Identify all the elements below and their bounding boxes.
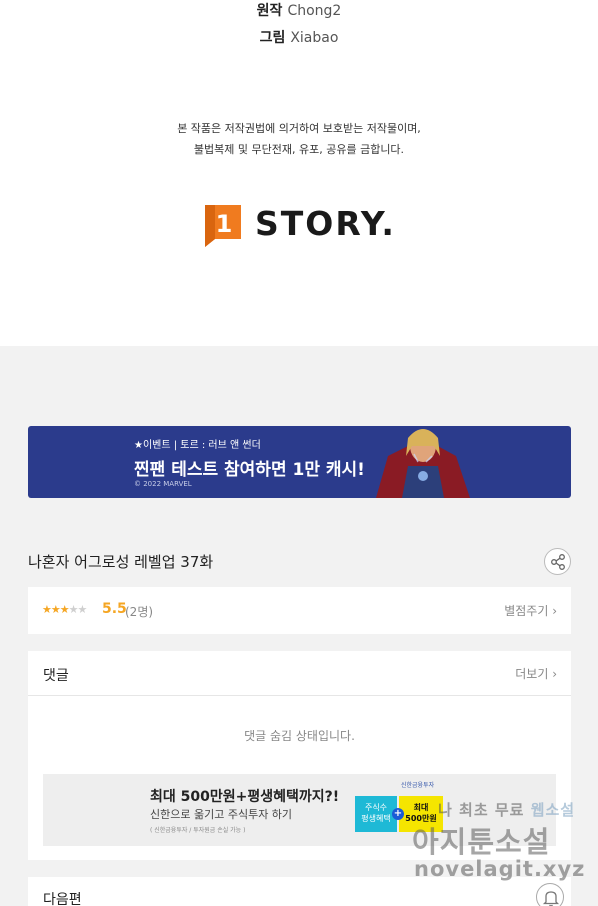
comment-divider bbox=[28, 695, 571, 696]
rating-score: 5.5 bbox=[102, 601, 127, 617]
watermark-line-1b: 웹소설 bbox=[530, 801, 576, 819]
event-banner-copyright: © 2022 MARVEL bbox=[134, 480, 192, 488]
share-icon bbox=[551, 554, 565, 570]
watermark-line-3: novelagit.xyz bbox=[414, 857, 586, 881]
ad-disclaimer: ( 신한금융투자 / 투자원금 손실 가능 ) bbox=[150, 827, 246, 834]
credit-art-key: 그림 bbox=[259, 30, 286, 46]
copyright-line-1: 본 작품은 저작권법에 의거하여 보호받는 저작물이며, bbox=[177, 122, 421, 135]
watermark-line-2: 아지툰소설 bbox=[412, 825, 551, 859]
watermark-line-1: 나 최초 무료 웹소설 bbox=[438, 799, 575, 820]
event-banner[interactable]: ★이벤트 | 토르 : 러브 앤 썬더 찐팬 테스트 참여하면 1만 캐시! ©… bbox=[28, 426, 571, 498]
episode-title: 나혼자 어그로성 레벨업 37화 bbox=[28, 553, 214, 571]
comment-more-button[interactable]: 더보기 › bbox=[515, 665, 557, 682]
rating-stars: ★★★★★ bbox=[42, 603, 88, 616]
event-banner-subtitle: ★이벤트 | 토르 : 러브 앤 썬더 bbox=[134, 440, 261, 451]
publisher-logo-text: STORY. bbox=[255, 204, 396, 243]
rating-count: (2명) bbox=[125, 605, 154, 619]
publisher-logo-mark-text: 1 bbox=[216, 210, 233, 238]
publisher-logo: 1 STORY. bbox=[203, 200, 403, 250]
ad-subline: 신한으로 옮기고 주식투자 하기 bbox=[150, 808, 293, 821]
ad-box-benefit: 주식수 평생혜택 bbox=[355, 796, 397, 832]
comment-hidden-message: 댓글 숨김 상태입니다. bbox=[244, 729, 355, 743]
rate-button[interactable]: 별점주기 › bbox=[504, 602, 557, 619]
comment-header: 댓글 bbox=[43, 668, 69, 684]
event-banner-title: 찐팬 테스트 참여하면 1만 캐시! bbox=[134, 460, 365, 480]
rating-stars-filled: ★★★ bbox=[42, 603, 70, 616]
publisher-logo-mark: 1 bbox=[205, 205, 241, 247]
ad-plus-icon: + bbox=[392, 808, 404, 820]
share-button[interactable] bbox=[544, 548, 571, 575]
credit-original: 원작 Chong2 bbox=[0, 0, 598, 20]
ad-headline: 최대 500만원+평생혜택까지?! bbox=[150, 789, 340, 805]
copyright-line-2: 불법복제 및 무단전재, 유포, 공유를 금합니다. bbox=[193, 143, 405, 156]
ad-bank-name: 신한금융투자 bbox=[401, 782, 435, 789]
next-episode-label: 다음편 bbox=[43, 892, 82, 906]
credit-original-value: Chong2 bbox=[287, 3, 342, 19]
credit-art: 그림 Xiabao bbox=[0, 27, 598, 47]
ad-box-benefit-bottom: 평생혜택 bbox=[361, 814, 391, 823]
hero-figure-image bbox=[376, 429, 470, 498]
copyright-notice: 본 작품은 저작권법에 의거하여 보호받는 저작물이며, 불법복제 및 무단전재… bbox=[0, 118, 598, 160]
credit-art-value: Xiabao bbox=[290, 30, 339, 46]
watermark-line-1a: 나 최초 무료 bbox=[438, 801, 525, 819]
rating-stars-empty: ★★ bbox=[68, 603, 88, 616]
credit-original-key: 원작 bbox=[256, 3, 283, 19]
credits-section: 원작 Chong2 그림 Xiabao 본 작품은 저작권법에 의거하여 보호받는 … bbox=[0, 0, 598, 346]
ad-box-benefit-top: 주식수 bbox=[364, 803, 388, 812]
rating-card: ★★★★★ 5.5 (2명) 별점주기 › bbox=[28, 587, 571, 634]
site-watermark: 나 최초 무료 웹소설 아지툰소설 novelagit.xyz bbox=[410, 797, 590, 897]
